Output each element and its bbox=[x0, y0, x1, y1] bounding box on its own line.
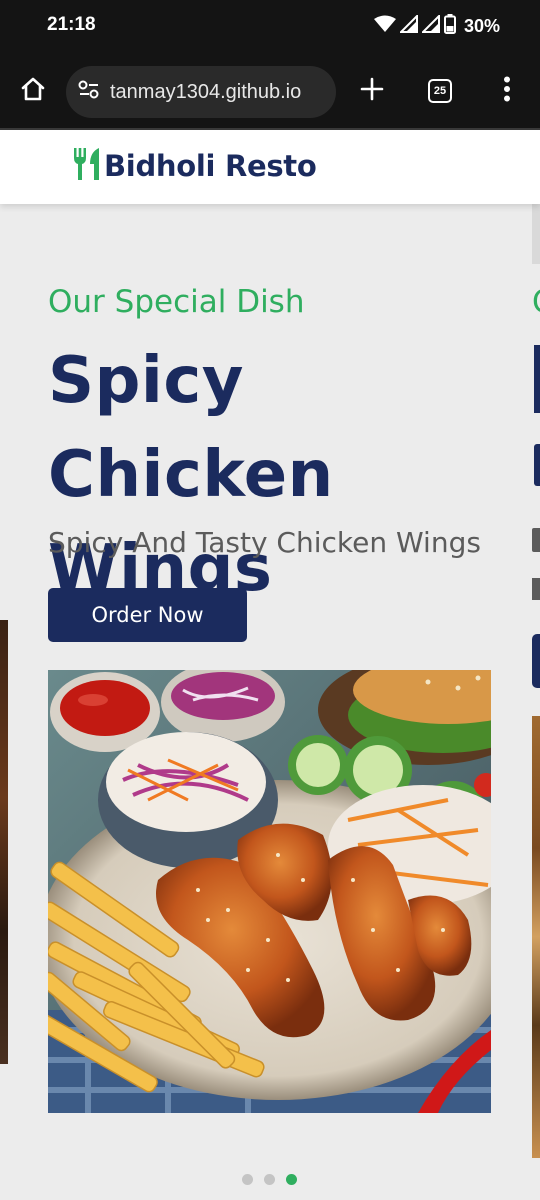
more-menu-icon bbox=[503, 76, 511, 106]
status-bar: 21:18 30% bbox=[0, 0, 540, 52]
more-menu-button[interactable] bbox=[488, 72, 526, 110]
site-header: Bidholi Resto bbox=[0, 130, 540, 204]
next-slide-title-fragment bbox=[534, 444, 540, 486]
home-icon bbox=[19, 75, 47, 107]
new-tab-icon bbox=[359, 76, 385, 106]
wifi-icon bbox=[373, 15, 396, 37]
next-slide-subtitle-fragment bbox=[532, 528, 540, 552]
slide-kicker: Our Special Dish bbox=[48, 284, 305, 320]
fork-knife-icon bbox=[72, 146, 102, 186]
status-icons: 30% bbox=[373, 13, 500, 38]
battery-percent: 30% bbox=[463, 15, 500, 36]
signal-icon bbox=[398, 13, 418, 37]
pagination-dot[interactable] bbox=[242, 1174, 253, 1185]
browser-toolbar: tanmay1304.github.io 25 bbox=[0, 52, 540, 130]
next-slide-subtitle-fragment bbox=[532, 578, 540, 600]
next-slide-kicker: O bbox=[532, 284, 540, 320]
slide-title: Spicy Chicken Wings bbox=[48, 344, 334, 606]
signal-icon bbox=[420, 13, 440, 37]
chicken-wings-dish-image bbox=[48, 670, 491, 1113]
site-settings-icon[interactable] bbox=[78, 80, 100, 104]
url-text: tanmay1304.github.io bbox=[110, 80, 302, 103]
tabs-icon: 25 bbox=[428, 79, 452, 103]
next-slide-image bbox=[532, 716, 540, 1158]
address-bar[interactable]: tanmay1304.github.io bbox=[66, 66, 336, 118]
home-button[interactable] bbox=[14, 72, 52, 110]
next-slide-title-fragment bbox=[534, 345, 540, 413]
previous-slide-image bbox=[0, 620, 8, 1064]
order-now-button[interactable]: Order Now bbox=[48, 588, 247, 642]
slide-subtitle: Spicy And Tasty Chicken Wings bbox=[48, 526, 481, 559]
battery-icon bbox=[443, 14, 456, 38]
slider-pagination bbox=[242, 1174, 297, 1185]
pagination-dot-active[interactable] bbox=[286, 1174, 297, 1185]
page-scrollbar[interactable] bbox=[532, 204, 540, 264]
pagination-dot[interactable] bbox=[264, 1174, 275, 1185]
status-time: 21:18 bbox=[47, 14, 96, 35]
tabs-button[interactable]: 25 bbox=[421, 72, 459, 110]
site-logo[interactable]: Bidholi Resto bbox=[72, 146, 317, 186]
new-tab-button[interactable] bbox=[353, 72, 391, 110]
next-slide-order-button[interactable] bbox=[532, 634, 540, 688]
site-name: Bidholi Resto bbox=[104, 149, 317, 183]
